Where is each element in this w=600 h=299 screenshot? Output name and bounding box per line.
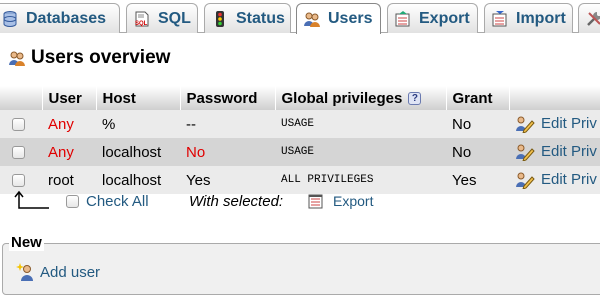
add-user-icon (16, 263, 33, 281)
column-header-global-privileges[interactable]: Global privileges? (275, 86, 447, 110)
settings-icon (587, 11, 600, 26)
cell-password: No (180, 138, 275, 166)
cell-grant: No (446, 110, 509, 138)
top-tab-bar: Databases SQL SQL Status Users Export Im… (0, 0, 600, 34)
export-label: Export (333, 193, 374, 209)
with-selected-label: With selected: (189, 193, 284, 210)
import-icon (492, 10, 507, 26)
table-row: Any localhost No USAGE No Edit Priv (0, 138, 600, 166)
tab-label: Users (328, 10, 373, 27)
edit-privileges-label: Edit Priv (541, 170, 597, 188)
edit-user-icon (516, 172, 535, 190)
column-header-label: Global privileges (281, 89, 403, 107)
database-icon (3, 10, 17, 27)
edit-privileges-label: Edit Priv (541, 114, 597, 132)
cell-host: localhost (96, 138, 180, 166)
tab-label: Import (516, 9, 566, 27)
cell-privileges: USAGE (275, 110, 446, 138)
cell-user: Any (42, 138, 96, 166)
tab-databases[interactable]: Databases (0, 3, 120, 33)
users-table: User Host Password Global privileges? Gr… (0, 86, 600, 194)
page-title: Users overview (8, 46, 170, 70)
tab-status[interactable]: Status (204, 3, 291, 33)
export-selected-button[interactable]: Export (307, 192, 373, 210)
tab-label: Status (236, 9, 285, 27)
add-user-link[interactable]: Add user (16, 262, 100, 282)
row-checkbox[interactable] (12, 146, 25, 160)
tab-label: SQL (158, 9, 191, 27)
check-all-checkbox[interactable] (66, 195, 79, 208)
cell-password: -- (180, 110, 275, 138)
edit-privileges-link[interactable]: Edit Priv (509, 110, 600, 138)
tab-label: Export (419, 9, 470, 27)
cell-grant: No (446, 138, 509, 166)
column-header-host[interactable]: Host (96, 86, 181, 110)
table-header-row: User Host Password Global privileges? Gr… (0, 86, 600, 110)
export-icon (308, 194, 323, 209)
bulk-action-bar: Check All With selected: Export (0, 190, 600, 216)
check-all-control[interactable]: Check All (66, 193, 149, 210)
cell-privileges: USAGE (275, 138, 446, 166)
tab-export[interactable]: Export (387, 3, 478, 33)
column-header-password[interactable]: Password (180, 86, 276, 110)
svg-text:SQL: SQL (135, 21, 148, 27)
cell-host: % (96, 110, 180, 138)
table-row: Any % -- USAGE No Edit Priv (0, 110, 600, 138)
sql-icon: SQL (135, 11, 149, 27)
edit-privileges-link[interactable]: Edit Priv (509, 138, 600, 166)
column-header-action (509, 86, 600, 110)
page-title-text: Users overview (31, 47, 171, 68)
traffic-light-icon (216, 10, 224, 27)
edit-user-icon (516, 144, 535, 162)
edit-user-icon (516, 116, 535, 134)
help-icon[interactable]: ? (408, 92, 422, 106)
cell-user: Any (42, 110, 96, 138)
export-icon (395, 10, 410, 26)
arrow-up-left-icon (14, 190, 49, 209)
tab-users[interactable]: Users (296, 3, 381, 34)
tab-settings[interactable] (578, 3, 600, 33)
users-icon (304, 12, 320, 27)
row-checkbox[interactable] (12, 174, 25, 188)
row-checkbox[interactable] (12, 118, 25, 132)
edit-privileges-label: Edit Priv (541, 142, 597, 160)
tab-sql[interactable]: SQL SQL (126, 3, 198, 33)
column-header-select (0, 86, 43, 110)
users-icon (9, 51, 25, 66)
column-header-grant[interactable]: Grant (446, 86, 510, 110)
tab-label: Databases (26, 9, 107, 27)
new-section-legend: New (9, 234, 44, 251)
tab-import[interactable]: Import (484, 3, 573, 33)
check-all-label[interactable]: Check All (86, 193, 149, 210)
add-user-label: Add user (40, 263, 101, 281)
column-header-user[interactable]: User (42, 86, 97, 110)
